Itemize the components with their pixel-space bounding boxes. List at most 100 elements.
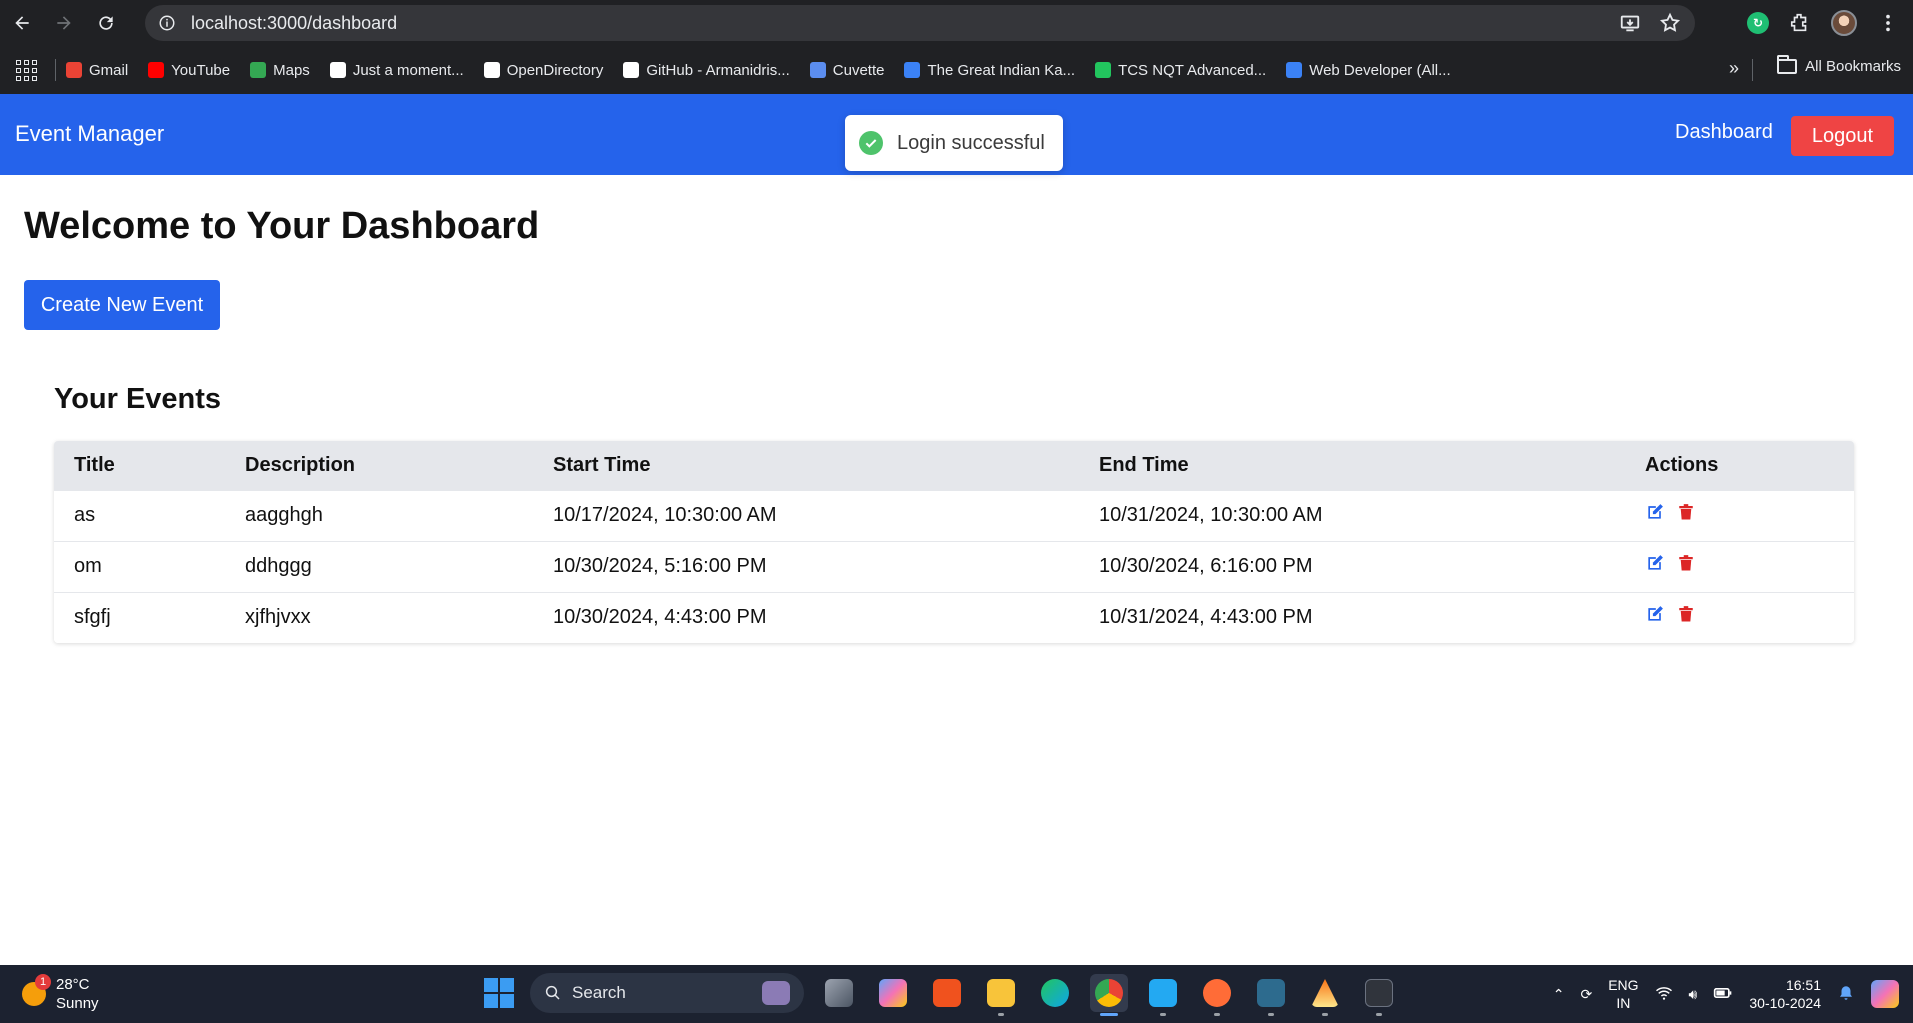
tcs-icon (1095, 62, 1112, 78)
page-icon (483, 62, 500, 78)
url-text[interactable]: localhost:3000/dashboard (191, 13, 397, 34)
bookmark-label: The Great Indian Ka... (927, 61, 1076, 79)
events-table: Title Description Start Time End Time Ac… (54, 441, 1854, 643)
vscode-button[interactable] (1144, 974, 1182, 1016)
bookmark-star-icon[interactable] (1659, 12, 1681, 34)
clock-date: 30-10-2024 (1749, 995, 1821, 1011)
region-code: IN (1616, 995, 1631, 1011)
column-header-description: Description (225, 441, 533, 490)
taskbar-search[interactable]: Search (530, 973, 804, 1013)
site-info-icon[interactable] (149, 5, 185, 41)
back-button[interactable] (2, 3, 42, 43)
weather-temperature: 28°C (56, 976, 90, 993)
wifi-icon[interactable] (1655, 984, 1673, 1005)
cell-start-time: 10/30/2024, 4:43:00 PM (533, 591, 1079, 643)
apps-grid-icon[interactable] (13, 57, 39, 83)
column-header-start-time: Start Time (533, 441, 1079, 490)
mysql-workbench-button[interactable] (1252, 974, 1290, 1016)
more-menu-icon[interactable] (1877, 12, 1899, 34)
bookmark-label: TCS NQT Advanced... (1118, 61, 1267, 79)
forward-arrow-icon (57, 16, 71, 30)
search-highlight-icon (762, 981, 790, 1005)
edit-icon[interactable] (1645, 553, 1665, 573)
extensions-puzzle-icon[interactable] (1789, 12, 1811, 34)
table-header-row: Title Description Start Time End Time Ac… (54, 441, 1854, 490)
cell-start-time: 10/30/2024, 5:16:00 PM (533, 540, 1079, 592)
clock-time: 16:51 (1785, 977, 1821, 993)
bookmark-item[interactable]: OpenDirectory (483, 62, 603, 79)
bookmark-label: GitHub - Armanidris... (646, 61, 790, 79)
back-arrow-icon (15, 16, 29, 30)
language-indicator[interactable]: ENG IN (1608, 976, 1638, 1012)
task-view-icon (825, 979, 853, 1007)
terminal-button[interactable] (1360, 974, 1398, 1016)
folder-icon (987, 979, 1015, 1007)
brave-icon (933, 979, 961, 1007)
edit-icon[interactable] (1645, 604, 1665, 624)
extension-icon[interactable]: ↻ (1747, 12, 1769, 34)
brave-button[interactable] (928, 974, 966, 1012)
bookmark-item[interactable]: The Great Indian Ka... (904, 62, 1075, 79)
mysql-icon (1257, 979, 1285, 1007)
vlc-button[interactable] (1306, 974, 1344, 1016)
chevron-up-icon[interactable]: ⌃ (1553, 986, 1565, 1003)
trash-icon[interactable] (1677, 502, 1695, 522)
bookmark-label: Cuvette (832, 61, 885, 79)
dashboard-link[interactable]: Dashboard (1675, 121, 1773, 144)
edge-icon (1041, 979, 1069, 1007)
cell-description: aagghgh (225, 489, 533, 541)
github-icon (623, 62, 640, 78)
page-icon (329, 62, 346, 78)
edit-icon[interactable] (1645, 502, 1665, 522)
edge-button[interactable] (1036, 974, 1074, 1012)
install-app-icon[interactable] (1619, 12, 1641, 34)
brand-title[interactable]: Event Manager (15, 121, 164, 147)
sun-icon: 1 (22, 974, 51, 1006)
weather-widget[interactable]: 1 28°C Sunny (22, 974, 99, 1013)
profile-avatar[interactable] (1831, 10, 1857, 36)
bookmark-item[interactable]: YouTube (148, 62, 230, 79)
fz-icon (904, 62, 921, 78)
search-label: Search (572, 983, 626, 1002)
create-event-button[interactable]: Create New Event (24, 280, 220, 330)
toast-message: Login successful (897, 131, 1045, 154)
chrome-button[interactable] (1090, 974, 1128, 1016)
logout-button[interactable]: Logout (1791, 116, 1894, 156)
bookmark-item[interactable]: GitHub - Armanidris... (623, 61, 790, 79)
all-bookmarks-label: All Bookmarks (1805, 58, 1901, 75)
postman-button[interactable] (1198, 974, 1236, 1016)
trash-icon[interactable] (1677, 604, 1695, 624)
file-explorer-button[interactable] (982, 974, 1020, 1016)
bookmark-item[interactable]: TCS NQT Advanced... (1095, 62, 1266, 79)
trash-icon[interactable] (1677, 553, 1695, 573)
bell-icon[interactable] (1837, 984, 1855, 1005)
copilot-button[interactable] (874, 974, 912, 1012)
all-bookmarks-button[interactable]: All Bookmarks (1777, 55, 1901, 75)
battery-icon[interactable] (1713, 983, 1733, 1006)
volume-icon[interactable]: 🔊︎ (1689, 986, 1698, 1003)
bookmark-item[interactable]: Web Developer (All... (1286, 61, 1451, 79)
table-row: sfgfj xjfhjvxx 10/30/2024, 4:43:00 PM 10/31… (54, 591, 1854, 643)
bookmark-item[interactable]: Just a moment... (329, 62, 464, 79)
bookmark-item[interactable]: Cuvette (809, 61, 885, 79)
chevron-double-right-icon[interactable]: » (1729, 58, 1739, 79)
system-clock[interactable]: 16:51 30-10-2024 (1749, 976, 1821, 1012)
bookmark-label: Web Developer (All... (1309, 61, 1451, 79)
bookmark-label: YouTube (171, 61, 231, 79)
task-view-button[interactable] (820, 974, 858, 1012)
success-toast[interactable]: Login successful (845, 115, 1063, 171)
address-bar[interactable]: localhost:3000/dashboard (145, 5, 1695, 41)
terminal-icon (1365, 979, 1393, 1007)
postman-icon (1203, 979, 1231, 1007)
reload-button[interactable] (86, 3, 126, 43)
windows-start-icon[interactable] (484, 978, 514, 1008)
copilot-icon (879, 979, 907, 1007)
bookmark-item[interactable]: Maps (250, 62, 310, 79)
bookmark-item[interactable]: Gmail (66, 62, 128, 79)
column-header-end-time: End Time (1079, 441, 1625, 490)
search-icon (545, 985, 560, 1000)
cell-actions (1625, 489, 1854, 541)
copilot-tray-icon[interactable] (1871, 980, 1899, 1008)
sync-icon[interactable]: ⟳ (1580, 986, 1592, 1003)
forward-button[interactable] (44, 3, 84, 43)
